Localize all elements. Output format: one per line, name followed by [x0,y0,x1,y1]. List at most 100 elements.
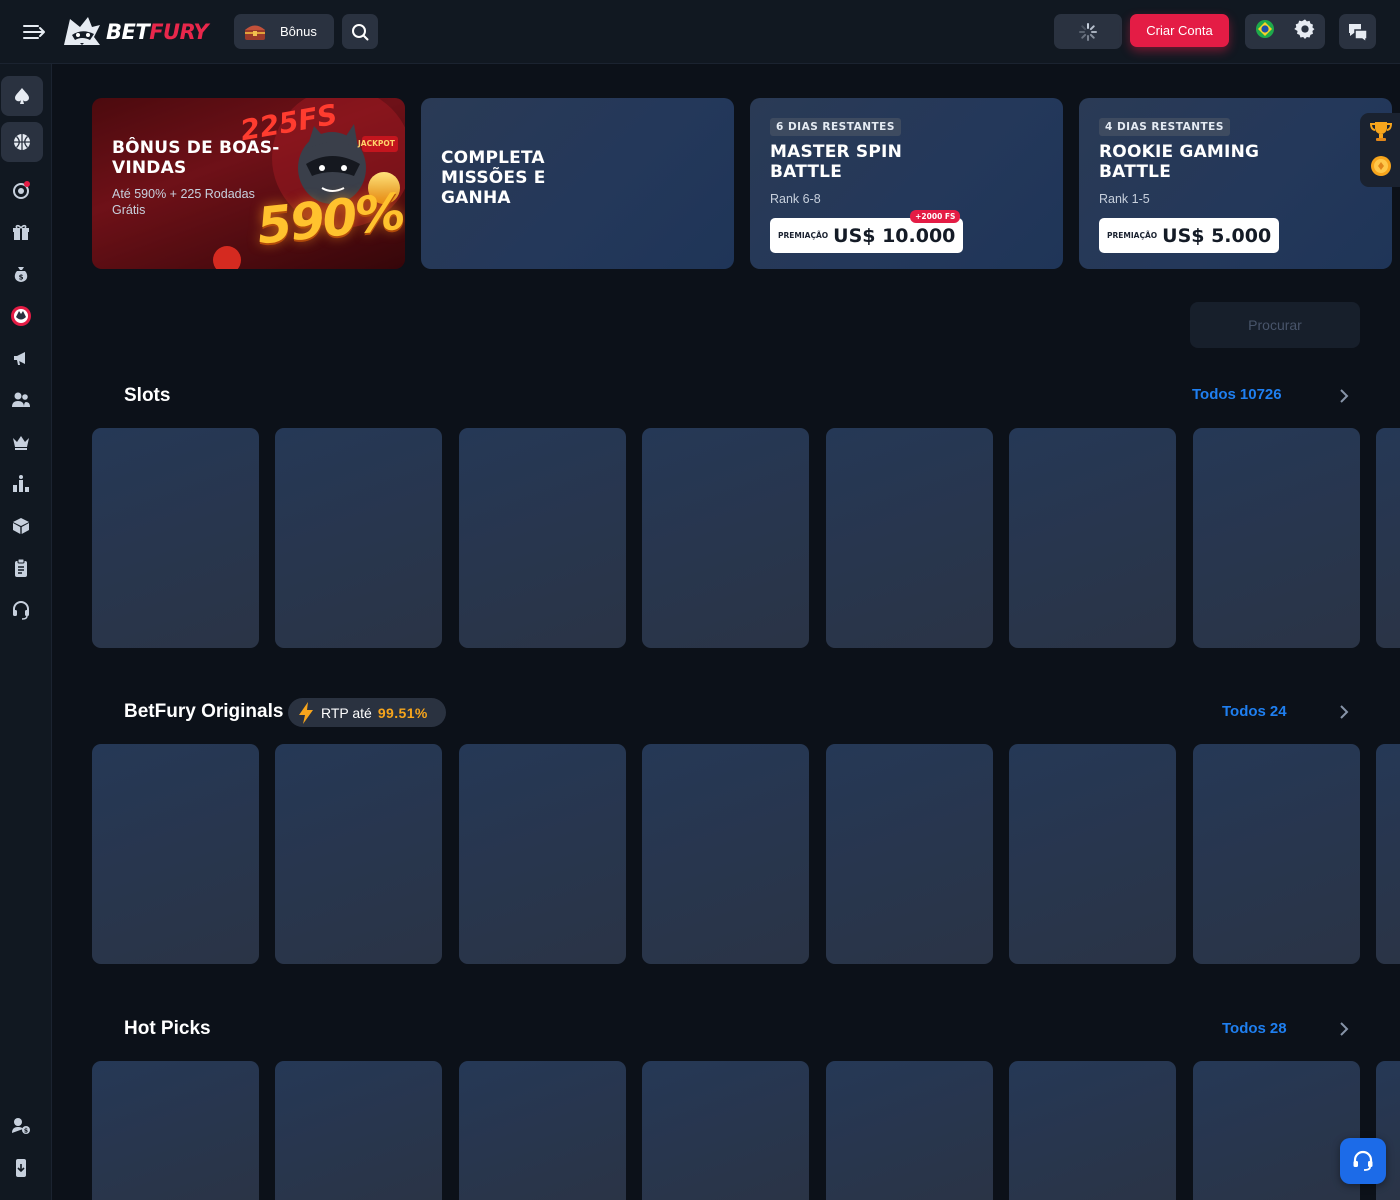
art-text-jackpot: JACKPOT [358,139,395,148]
game-card[interactable] [275,744,442,964]
search-button[interactable] [342,14,378,49]
sidebar-item-leaderboard[interactable] [0,464,42,504]
sidebar-item-mobile[interactable] [0,1148,42,1188]
prize-value: US$ 5.000 [1162,224,1272,247]
loading-indicator [1054,14,1122,49]
target-icon [13,181,30,199]
game-card[interactable] [459,428,626,648]
bonus-label: Bônus [280,24,317,39]
section-title-hot-picks: Hot Picks [124,1018,211,1039]
see-all-count: 10726 [1239,386,1282,403]
gift-icon [13,224,29,240]
rank-text: Rank 1-5 [1099,192,1150,206]
clipboard-icon [15,558,27,577]
sidebar-item-referral[interactable] [0,380,42,420]
game-card[interactable] [642,744,809,964]
sidebar-item-clipboard[interactable] [0,548,42,588]
chat-button[interactable] [1339,14,1376,49]
prize-label: PREMIAÇÃO [778,231,829,240]
see-all-hot-picks[interactable]: Todos 28 [1222,1020,1287,1037]
logo[interactable]: BETFURY [60,14,209,50]
game-card[interactable] [1009,428,1176,648]
game-card[interactable] [642,1061,809,1200]
game-card[interactable] [1376,428,1400,648]
settings-group [1245,14,1325,49]
search-input[interactable] [1190,302,1360,348]
leaderboard-icon [13,475,29,492]
game-card[interactable] [826,1061,993,1200]
prize-box: PREMIAÇÃO US$ 10.000 +2000 FS [770,210,964,253]
game-card[interactable] [1009,1061,1176,1200]
game-card[interactable] [826,428,993,648]
game-card[interactable] [275,1061,442,1200]
see-all-count: 24 [1269,703,1287,720]
menu-icon[interactable] [22,20,50,44]
headset-icon [1353,1150,1373,1171]
sidebar-item-promo[interactable] [0,338,42,378]
sidebar-item-box[interactable] [0,506,42,546]
chevron-right-icon[interactable] [1337,705,1351,719]
game-card[interactable] [92,428,259,648]
days-left-tag: 4 DIAS RESTANTES [1099,118,1230,136]
chevron-right-icon[interactable] [1337,1022,1351,1036]
game-card[interactable] [275,428,442,648]
banner-master-spin[interactable]: 6 DIAS RESTANTES MASTER SPIN BATTLE Rank… [750,98,1063,269]
chest-icon [245,25,265,40]
brazil-flag-icon[interactable] [1255,19,1275,44]
banner-missions[interactable]: COMPLETA MISSÕES E GANHA [421,98,734,269]
days-left-tag: 6 DIAS RESTANTES [770,118,901,136]
bonus-button[interactable]: Bônus [234,14,334,49]
rtp-badge: RTP até 99.51% [288,698,446,727]
sidebar-item-gift[interactable] [0,212,42,252]
sidebar-item-target[interactable] [0,170,42,210]
section-title-originals: BetFury Originals [124,701,284,722]
game-card[interactable] [1376,744,1400,964]
logo-text: BETFURY [106,20,209,44]
mobile-download-icon [16,1159,26,1177]
game-card[interactable] [459,744,626,964]
coin-icon[interactable] [1368,153,1394,184]
rtp-label: RTP até [321,704,372,721]
chevron-right-icon[interactable] [1337,389,1351,403]
chat-icon [1348,23,1368,42]
sidebar-item-sports[interactable] [1,122,43,162]
rank-text: Rank 6-8 [770,192,821,206]
sidebar-item-casino[interactable] [1,76,43,116]
spade-icon [15,88,29,104]
svg-text:$: $ [19,274,24,282]
gear-icon[interactable] [1293,18,1316,45]
game-card[interactable] [1193,744,1360,964]
sidebar-item-support[interactable] [0,590,42,630]
megaphone-icon [14,352,25,365]
game-card[interactable] [1193,1061,1360,1200]
headset-icon [13,601,29,620]
sidebar-item-moneybag[interactable]: $ [0,254,42,294]
support-chat-button[interactable] [1340,1138,1386,1184]
sidebar: $ $ [0,64,52,1200]
prize-box: PREMIAÇÃO US$ 5.000 [1099,218,1280,253]
game-card[interactable] [1193,428,1360,648]
game-card[interactable] [826,744,993,964]
banner-title: MASTER SPIN BATTLE [770,142,902,182]
money-bag-icon: $ [14,267,28,282]
game-card[interactable] [459,1061,626,1200]
users-icon [12,392,30,407]
see-all-slots[interactable]: Todos 10726 [1192,386,1282,403]
see-all-originals[interactable]: Todos 24 [1222,703,1287,720]
trophy-icon[interactable] [1368,119,1394,150]
spinner-icon [1079,22,1097,41]
banner-rookie-gaming[interactable]: 4 DIAS RESTANTES ROOKIE GAMING BATTLE Ra… [1079,98,1392,269]
sidebar-item-vip[interactable] [0,422,42,462]
prize-value: US$ 10.000 [833,224,956,247]
game-card[interactable] [1009,744,1176,964]
game-card[interactable] [92,744,259,964]
banner-welcome-bonus[interactable]: 225FS JACKPOT 590% BÔNUS DE BOAS-VINDAS … [92,98,405,269]
signup-button[interactable]: Criar Conta [1130,14,1229,47]
see-all-label: Todos [1222,703,1266,720]
sidebar-item-bf-token[interactable] [0,296,42,336]
sidebar-item-wallet[interactable]: $ [0,1106,42,1146]
see-all-count: 28 [1269,1020,1287,1037]
game-card[interactable] [92,1061,259,1200]
game-card[interactable] [642,428,809,648]
banner-title: ROOKIE GAMING BATTLE [1099,142,1260,182]
